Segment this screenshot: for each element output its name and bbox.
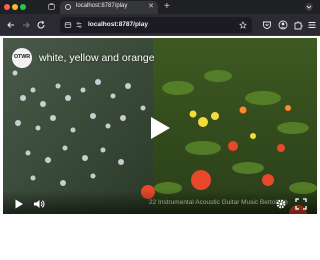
gear-icon[interactable]	[275, 198, 287, 210]
account-icon[interactable]	[278, 20, 288, 30]
back-arrow-icon[interactable]	[6, 20, 16, 30]
chevron-down-icon[interactable]	[304, 2, 314, 12]
address-bar[interactable]: localhost:8787/play	[60, 17, 252, 33]
reload-icon[interactable]	[36, 20, 46, 30]
extensions-icon[interactable]	[293, 20, 303, 30]
window-zoom-button[interactable]	[20, 4, 26, 10]
tab-overview-icon[interactable]	[48, 3, 55, 10]
channel-logo[interactable]: OTWR	[12, 48, 32, 68]
play-icon[interactable]	[149, 116, 171, 140]
window-close-button[interactable]	[4, 4, 10, 10]
url-text[interactable]: localhost:8787/play	[88, 21, 148, 28]
globe-icon	[65, 4, 71, 10]
browser-tab-strip: localhost:8787/play ✕ +	[0, 0, 320, 14]
bookmark-star-icon[interactable]	[239, 21, 247, 29]
video-watermark: 22 Instrumental Acoustic Guitar Music Be…	[149, 199, 288, 206]
forward-arrow-icon[interactable]	[21, 20, 31, 30]
page-info-icon[interactable]	[64, 21, 72, 29]
pocket-icon[interactable]	[262, 20, 272, 30]
fullscreen-icon[interactable]	[295, 198, 307, 210]
video-player[interactable]: OTWR white, yellow and orange 22 Instrum…	[3, 38, 317, 214]
browser-toolbar: localhost:8787/play	[0, 14, 320, 36]
window-minimize-button[interactable]	[12, 4, 18, 10]
tab-title: localhost:8787/play	[76, 3, 128, 9]
play-button-icon[interactable]	[13, 198, 25, 210]
permissions-icon[interactable]	[75, 21, 83, 29]
browser-tab[interactable]: localhost:8787/play ✕	[60, 1, 158, 14]
close-icon[interactable]: ✕	[148, 2, 154, 12]
new-tab-button[interactable]: +	[164, 0, 170, 14]
volume-icon[interactable]	[33, 198, 45, 210]
menu-icon[interactable]	[307, 20, 317, 30]
channel-logo-text: OTWR	[13, 54, 30, 60]
video-title[interactable]: white, yellow and orange	[39, 52, 155, 64]
page-content: OTWR white, yellow and orange 22 Instrum…	[0, 37, 320, 260]
